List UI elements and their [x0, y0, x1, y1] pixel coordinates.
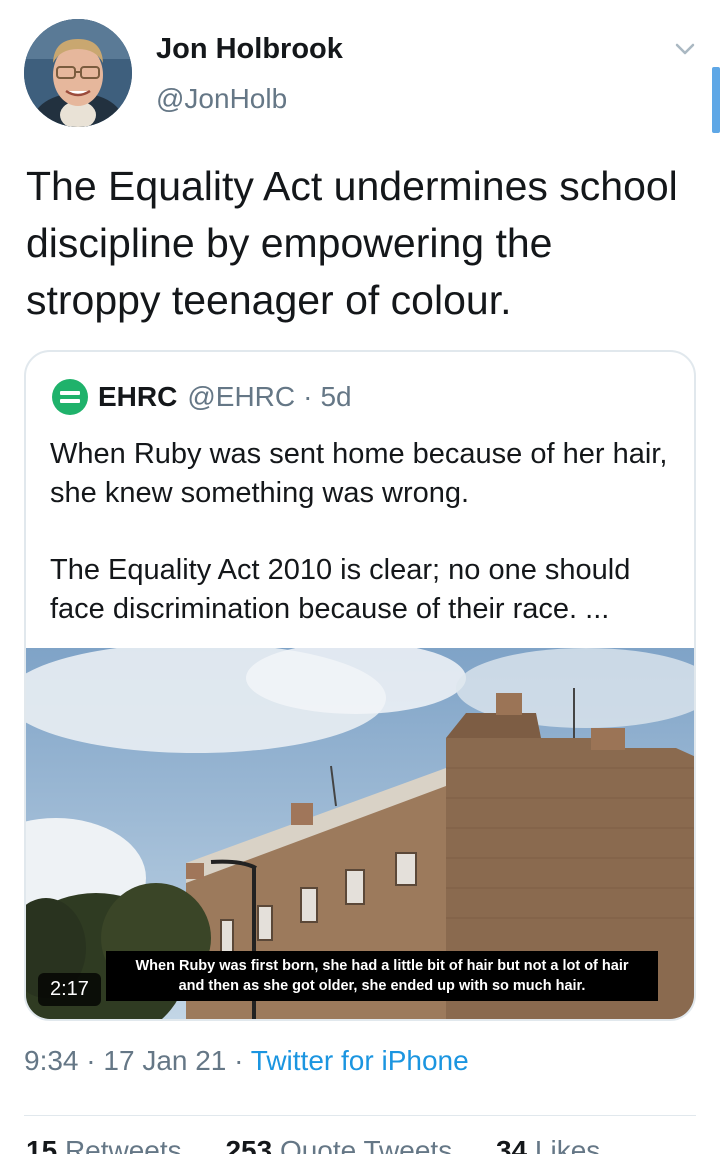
- quoted-tweet-text: When Ruby was sent home because of her h…: [50, 435, 670, 628]
- video-duration-badge: 2:17: [38, 973, 101, 1006]
- video-caption-line-2: and then as she got older, she ended up …: [178, 978, 586, 994]
- retweets-count: 15: [26, 1135, 58, 1154]
- retweets-label: Retweets: [64, 1135, 182, 1154]
- author-handle[interactable]: @JonHolb: [156, 83, 287, 115]
- retweets-stat[interactable]: 15 Retweets: [26, 1135, 200, 1154]
- quoted-video[interactable]: When Ruby was first born, she had a litt…: [26, 648, 694, 1019]
- divider: [24, 1115, 696, 1116]
- video-caption: When Ruby was first born, she had a litt…: [106, 951, 658, 1001]
- quoted-tweet-card[interactable]: EHRC @EHRC · 5d When Ruby was sent home …: [24, 350, 696, 1021]
- quoted-author-handle: @EHRC: [187, 381, 296, 412]
- quote-tweets-count: 253: [225, 1135, 273, 1154]
- likes-stat[interactable]: 34 Likes: [496, 1135, 618, 1154]
- quote-tweets-stat[interactable]: 253 Quote Tweets: [225, 1135, 470, 1154]
- author-name[interactable]: Jon Holbrook: [156, 33, 343, 66]
- quote-tweets-label: Quote Tweets: [279, 1135, 453, 1154]
- tweet-source-link[interactable]: Twitter for iPhone: [251, 1045, 469, 1076]
- chevron-down-icon[interactable]: [668, 36, 702, 62]
- meta-separator: ·: [78, 1045, 104, 1076]
- quoted-timestamp: 5d: [320, 381, 352, 412]
- tweet-stats: 15 Retweets 253 Quote Tweets 34 Likes: [26, 1135, 636, 1154]
- meta-separator: ·: [226, 1045, 251, 1076]
- video-caption-line-1: When Ruby was first born, she had a litt…: [135, 958, 629, 974]
- quoted-paragraph-2: The Equality Act 2010 is clear; no one s…: [50, 554, 631, 625]
- avatar-photo: [24, 19, 132, 127]
- tweet-detail-page: Jon Holbrook @JonHolb The Equality Act u…: [0, 0, 720, 1154]
- likes-count: 34: [495, 1135, 528, 1154]
- ehrc-logo-icon: [52, 379, 88, 415]
- tweet-meta: 9:34 · 17 Jan 21 · Twitter for iPhone: [24, 1045, 469, 1077]
- author-avatar[interactable]: [24, 19, 132, 127]
- quoted-tweet-header: EHRC @EHRC · 5d: [52, 379, 352, 415]
- tweet-text: The Equality Act undermines school disci…: [26, 163, 678, 323]
- quoted-author-name: EHRC: [98, 381, 178, 412]
- quoted-separator: ·: [303, 381, 313, 412]
- scrollbar-thumb[interactable]: [712, 67, 720, 133]
- likes-label: Likes: [534, 1135, 601, 1154]
- tweet-date: 17 Jan 21: [103, 1045, 227, 1076]
- quoted-paragraph-1: When Ruby was sent home because of her h…: [50, 438, 668, 509]
- tweet-time: 9:34: [24, 1045, 79, 1076]
